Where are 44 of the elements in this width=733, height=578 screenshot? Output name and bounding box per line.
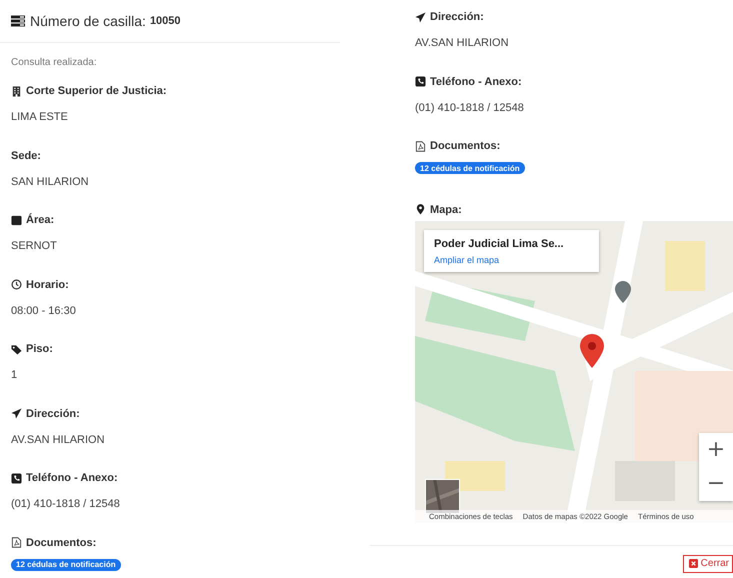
field-value: 1 xyxy=(11,369,18,381)
document-icon xyxy=(11,537,22,548)
close-icon xyxy=(688,559,698,568)
square-icon xyxy=(11,214,22,226)
field-value: 08:00 - 16:30 xyxy=(11,304,77,316)
field-label: Mapa: xyxy=(430,204,462,216)
field-label: Teléfono - Anexo: xyxy=(430,76,522,88)
field-label: Dirección: xyxy=(26,408,80,420)
document-count-badge[interactable]: 12 cédulas de notificación xyxy=(11,558,121,570)
tag-icon xyxy=(11,344,22,354)
phone-icon xyxy=(11,472,22,484)
place-title: Poder Judicial Lima Se... xyxy=(434,238,565,250)
field-value: AV.SAN HILARION xyxy=(415,37,510,49)
field-label: Área: xyxy=(26,214,54,226)
field-value: AV.SAN HILARION xyxy=(11,434,106,446)
mailbox-number: 10050 xyxy=(150,15,181,27)
building-icon xyxy=(11,86,22,96)
document-icon xyxy=(415,140,426,152)
field-value: (01) 410-1818 / 12548 xyxy=(11,498,121,510)
field-label: Documentos: xyxy=(430,140,500,152)
clock-icon xyxy=(11,279,22,290)
field-value: SERNOT xyxy=(11,240,58,252)
field-value: SAN HILARION xyxy=(11,176,90,188)
zoom-in-button[interactable]: + xyxy=(699,432,733,466)
header-label: Número de casilla: xyxy=(30,13,146,29)
enlarge-map-link[interactable]: Ampliar el mapa xyxy=(434,254,589,264)
map-pin-icon xyxy=(415,204,426,215)
close-button[interactable]: Cerrar xyxy=(682,554,733,572)
list-icon xyxy=(11,15,25,27)
field-label: Horario: xyxy=(26,278,69,290)
zoom-out-button[interactable]: − xyxy=(699,466,733,500)
field-label: Teléfono - Anexo: xyxy=(26,472,118,484)
field-label: Corte Superior de Justicia: xyxy=(26,85,167,97)
field-label: Dirección: xyxy=(430,11,484,23)
subtitle: Consulta realizada: xyxy=(10,56,98,70)
paper-plane-icon xyxy=(11,408,22,419)
field-value: (01) 410-1818 / 12548 xyxy=(415,102,525,114)
phone-icon xyxy=(415,76,426,87)
field-label: Sede: xyxy=(11,150,41,162)
field-label: Documentos: xyxy=(26,536,96,548)
document-count-badge[interactable]: 12 cédulas de notificación xyxy=(415,162,525,174)
field-label: Piso: xyxy=(26,343,53,355)
field-value: LIMA ESTE xyxy=(11,111,69,123)
paper-plane-icon xyxy=(415,12,426,22)
